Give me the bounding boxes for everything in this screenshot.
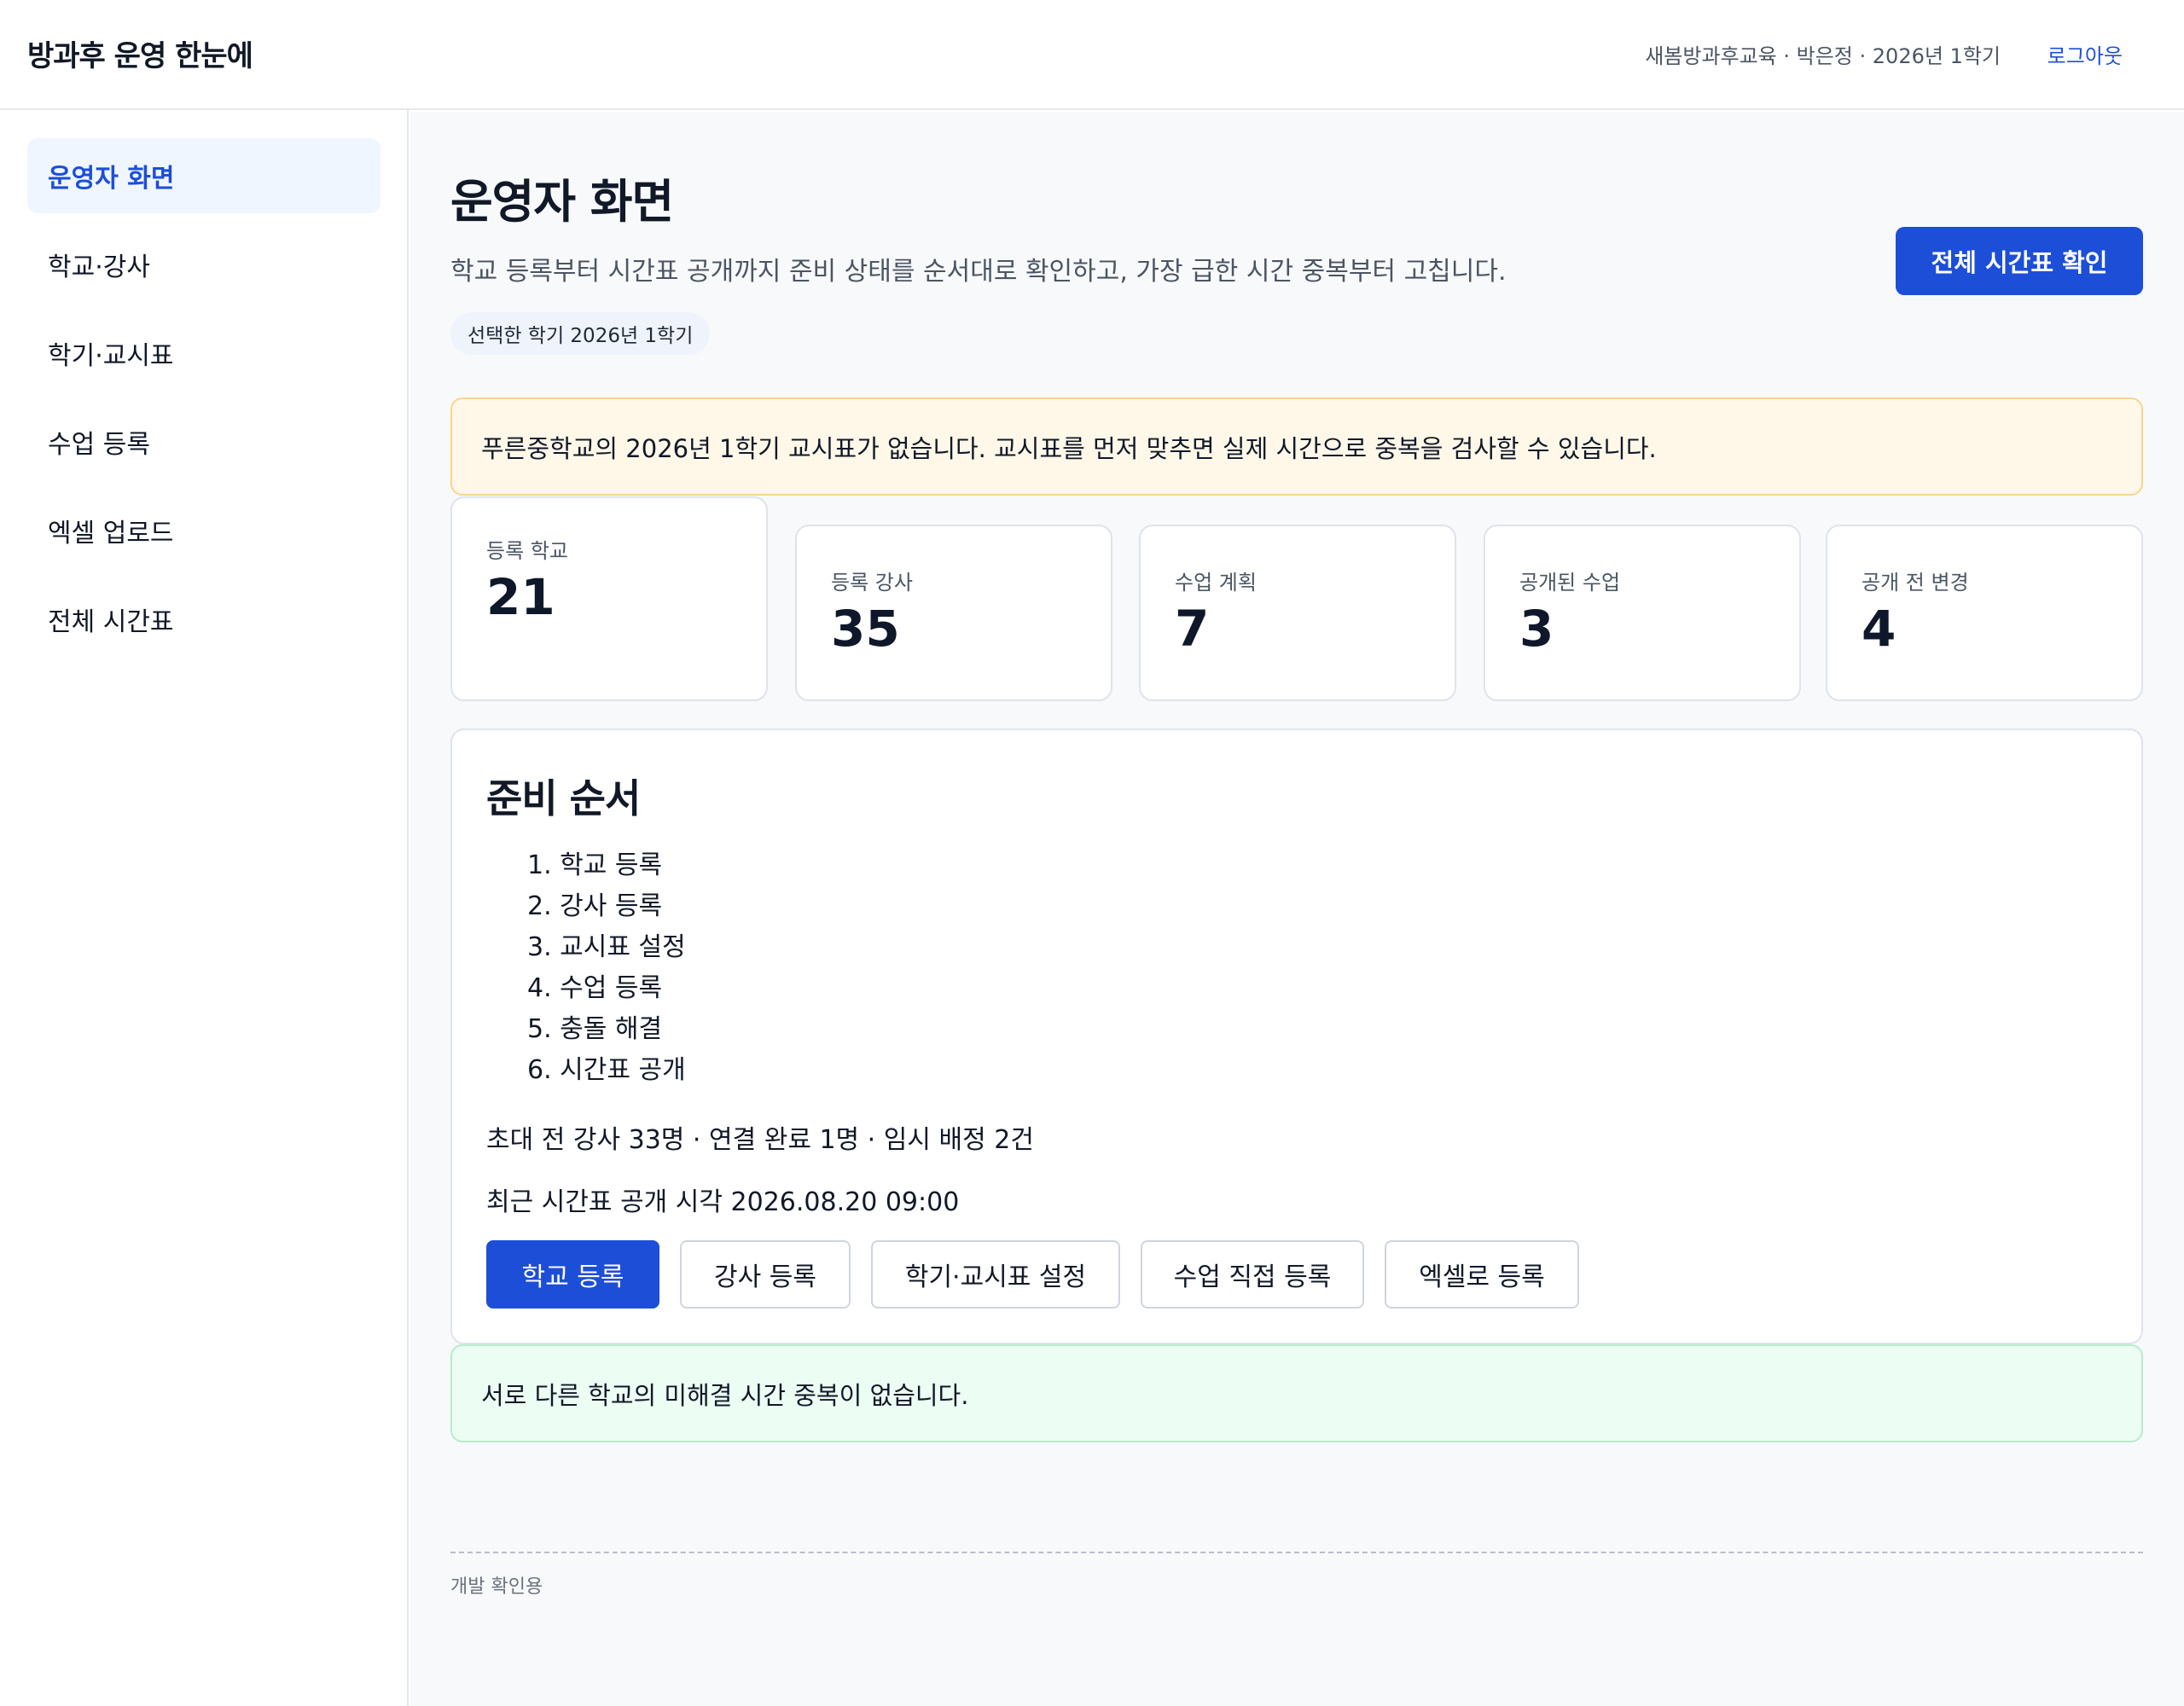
prep-step: 6. 시간표 공개 bbox=[527, 1055, 686, 1085]
stat-label: 수업 계획 bbox=[1175, 571, 1257, 595]
teacher-summary: 초대 전 강사 33명 · 연결 완료 1명 · 임시 배정 2건 bbox=[486, 1125, 1034, 1155]
page-description: 학교 등록부터 시간표 공개까지 준비 상태를 순서대로 확인하고, 가장 급한… bbox=[450, 257, 1507, 287]
prep-step: 4. 수업 등록 bbox=[527, 973, 663, 1003]
app-brand: 방과후 운영 한눈에 bbox=[27, 39, 253, 73]
selected-term-chip: 선택한 학기 2026년 1학기 bbox=[450, 312, 711, 355]
sidebar: 운영자 화면 학교·강사 학기·교시표 수업 등록 엑셀 업로드 전체 시간표 bbox=[0, 110, 409, 1706]
stat-value: 35 bbox=[831, 600, 900, 658]
top-header: 방과후 운영 한눈에 새봄방과후교육 · 박은정 · 2026년 1학기 로그아… bbox=[0, 0, 2184, 110]
prep-step-list: 1. 학교 등록 2. 강사 등록 3. 교시표 설정 4. 수업 등록 5. … bbox=[527, 845, 686, 1091]
prep-step: 3. 교시표 설정 bbox=[527, 932, 686, 962]
prep-step: 1. 학교 등록 bbox=[527, 850, 663, 880]
sidebar-item-operator[interactable]: 운영자 화면 bbox=[27, 138, 380, 213]
user-info: 새봄방과후교육 · 박은정 · 2026년 1학기 bbox=[1645, 44, 2001, 68]
sidebar-item-excel-upload[interactable]: 엑셀 업로드 bbox=[27, 493, 380, 568]
stat-card-class-plans: 수업 계획 7 bbox=[1139, 525, 1456, 701]
stat-card-published-classes: 공개된 수업 3 bbox=[1484, 525, 1801, 701]
register-class-direct-button[interactable]: 수업 직접 등록 bbox=[1141, 1240, 1364, 1309]
stat-value: 21 bbox=[486, 568, 555, 626]
logout-link[interactable]: 로그아웃 bbox=[2048, 39, 2123, 69]
prep-steps-card: 준비 순서 1. 학교 등록 2. 강사 등록 3. 교시표 설정 4. 수업 … bbox=[450, 728, 2143, 1344]
last-publish-time: 최근 시간표 공개 시각 2026.08.20 09:00 bbox=[486, 1187, 960, 1217]
stat-label: 공개된 수업 bbox=[1519, 571, 1621, 595]
term-period-setup-button[interactable]: 학기·교시표 설정 bbox=[871, 1240, 1120, 1309]
page-title: 운영자 화면 bbox=[450, 175, 674, 229]
sidebar-item-full-timetable[interactable]: 전체 시간표 bbox=[27, 582, 380, 657]
register-via-excel-button[interactable]: 엑셀로 등록 bbox=[1385, 1240, 1579, 1309]
missing-period-warning: 푸른중학교의 2026년 1학기 교시표가 없습니다. 교시표를 먼저 맞추면 … bbox=[450, 397, 2143, 496]
stat-card-teachers: 등록 강사 35 bbox=[795, 525, 1112, 701]
stat-value: 7 bbox=[1175, 600, 1210, 658]
dev-note: 개발 확인용 bbox=[450, 1576, 543, 1598]
sidebar-item-class-register[interactable]: 수업 등록 bbox=[27, 404, 380, 479]
stat-card-prepublish-changes: 공개 전 변경 4 bbox=[1826, 525, 2143, 701]
sidebar-item-term-periods[interactable]: 학기·교시표 bbox=[27, 316, 380, 391]
stat-value: 4 bbox=[1862, 600, 1896, 658]
stat-card-schools: 등록 학교 21 bbox=[450, 496, 768, 701]
view-full-timetable-button[interactable]: 전체 시간표 확인 bbox=[1896, 227, 2143, 295]
register-school-button[interactable]: 학교 등록 bbox=[486, 1240, 659, 1309]
no-conflict-message: 서로 다른 학교의 미해결 시간 중복이 없습니다. bbox=[450, 1344, 2143, 1442]
sidebar-item-school-teacher[interactable]: 학교·강사 bbox=[27, 227, 380, 302]
register-teacher-button[interactable]: 강사 등록 bbox=[680, 1240, 851, 1309]
dev-divider bbox=[450, 1552, 2143, 1553]
prep-step: 2. 강사 등록 bbox=[527, 891, 663, 921]
stat-label: 등록 강사 bbox=[831, 571, 913, 595]
stat-value: 3 bbox=[1519, 600, 1554, 658]
stat-label: 등록 학교 bbox=[486, 539, 568, 563]
prep-step: 5. 충돌 해결 bbox=[527, 1014, 663, 1044]
prep-title: 준비 순서 bbox=[486, 775, 641, 821]
stat-label: 공개 전 변경 bbox=[1862, 571, 1969, 595]
